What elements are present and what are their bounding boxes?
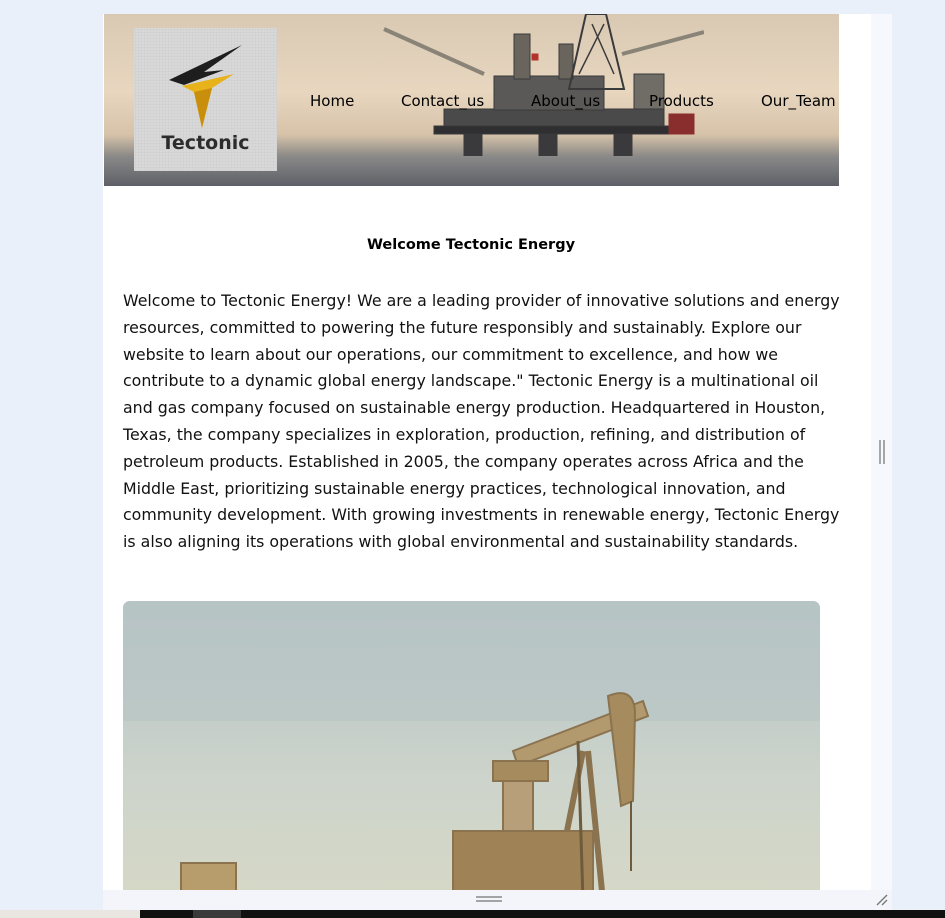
taskbar xyxy=(0,910,945,918)
nav-about-us[interactable]: About_us xyxy=(531,92,600,110)
nav-products[interactable]: Products xyxy=(649,92,714,110)
header-banner: Tectonic Home Contact_us About_us Produc… xyxy=(104,14,839,186)
nav-our-team[interactable]: Our_Team xyxy=(761,92,836,110)
vertical-grip-icon[interactable] xyxy=(879,440,885,464)
web-page: Tectonic Home Contact_us About_us Produc… xyxy=(103,14,871,890)
browser-viewport: Tectonic Home Contact_us About_us Produc… xyxy=(103,14,892,890)
resize-corner-icon[interactable] xyxy=(875,893,889,907)
pumpjack-illustration xyxy=(123,601,820,890)
intro-paragraph: Welcome to Tectonic Energy! We are a lea… xyxy=(123,291,840,552)
horizontal-grip-icon[interactable] xyxy=(476,895,502,903)
taskbar-start-area[interactable] xyxy=(0,910,140,918)
oil-pump-photo xyxy=(123,601,820,890)
page-title: Welcome Tectonic Energy xyxy=(366,237,576,253)
nav-home[interactable]: Home xyxy=(310,92,354,110)
nav-contact-us[interactable]: Contact_us xyxy=(401,92,484,110)
main-nav: Home Contact_us About_us Products Our_Te… xyxy=(104,92,839,112)
logo-text: Tectonic xyxy=(161,132,250,154)
tectonic-logo-icon xyxy=(169,45,242,128)
taskbar-item[interactable] xyxy=(193,910,241,918)
